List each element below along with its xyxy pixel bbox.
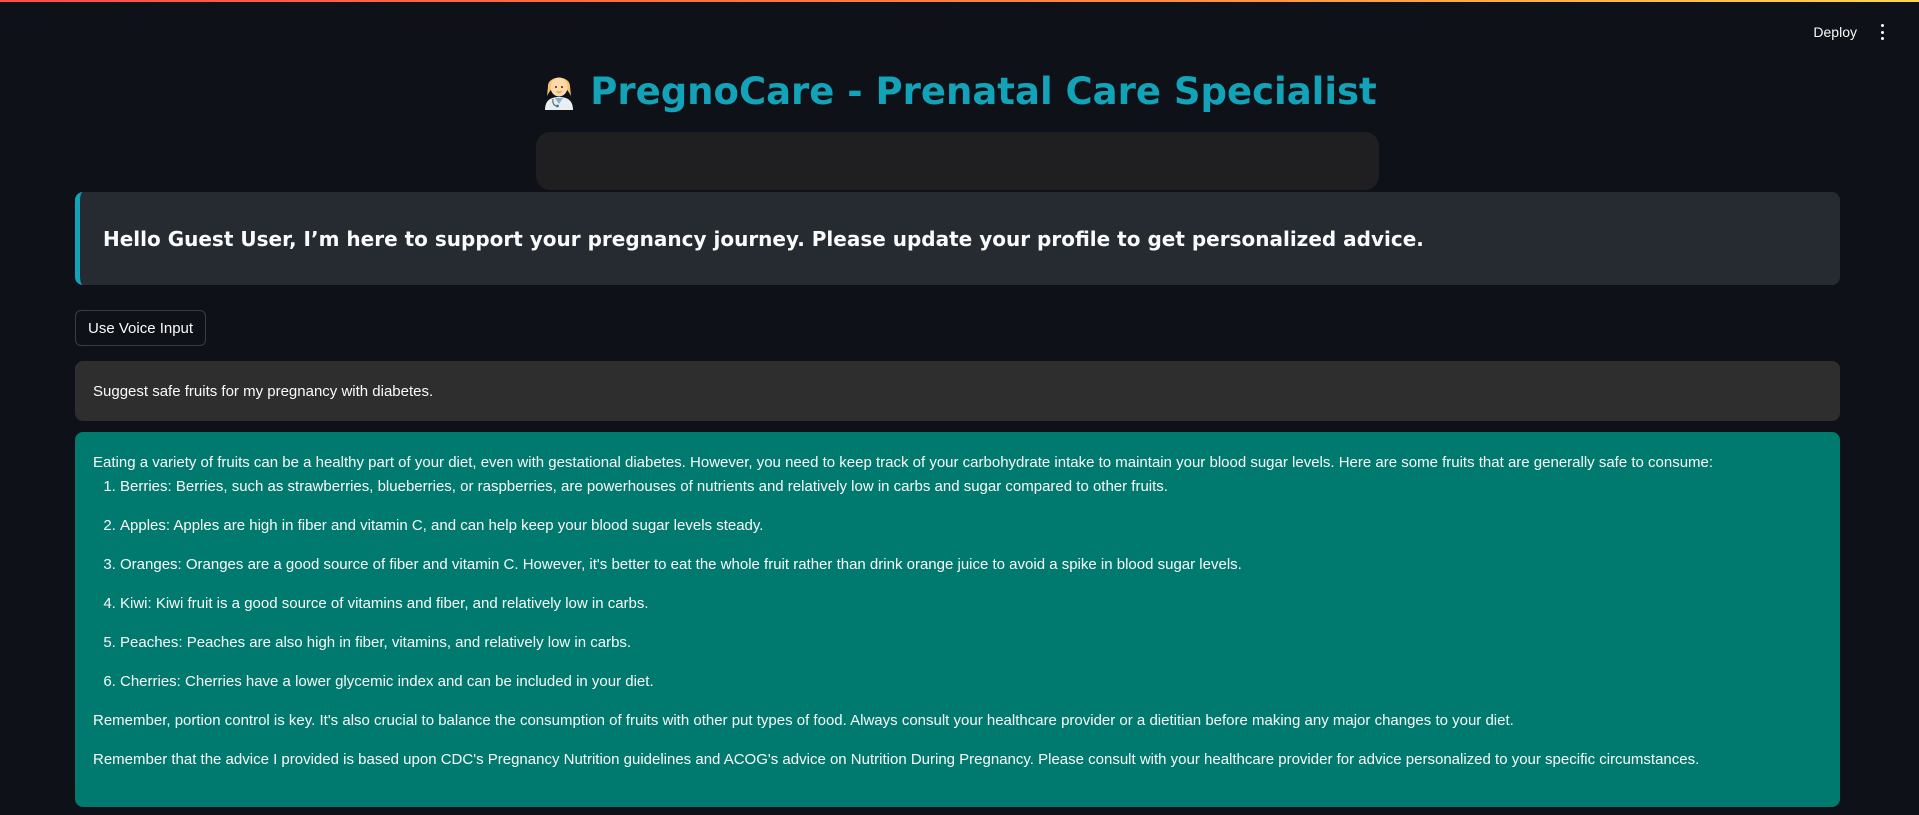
list-item: Apples: Apples are high in fiber and vit… bbox=[120, 517, 1822, 535]
list-item: Peaches: Peaches are also high in fiber,… bbox=[120, 634, 1822, 652]
list-item: Cherries: Cherries have a lower glycemic… bbox=[120, 673, 1822, 691]
user-message-text: Suggest safe fruits for my pregnancy wit… bbox=[93, 382, 434, 400]
assistant-intro: Eating a variety of fruits can be a heal… bbox=[93, 454, 1714, 471]
list-item: Berries: Berries, such as strawberries, … bbox=[120, 478, 1822, 496]
greeting-banner: Hello Guest User, I’m here to support yo… bbox=[75, 192, 1840, 285]
profile-input-bar[interactable] bbox=[536, 132, 1379, 190]
deploy-button[interactable]: Deploy bbox=[1813, 24, 1857, 40]
more-vertical-icon[interactable] bbox=[1875, 24, 1889, 40]
title-text: PregnoCare - Prenatal Care Specialist bbox=[590, 70, 1377, 113]
female-health-worker-icon bbox=[542, 70, 576, 110]
assistant-message: Eating a variety of fruits can be a heal… bbox=[75, 432, 1840, 807]
list-item: Oranges: Oranges are a good source of fi… bbox=[120, 556, 1822, 574]
page-title: PregnoCare - Prenatal Care Specialist bbox=[0, 68, 1919, 116]
list-item: Kiwi: Kiwi fruit is a good source of vit… bbox=[120, 595, 1822, 613]
fruit-list: Berries: Berries, such as strawberries, … bbox=[93, 478, 1822, 691]
voice-input-button[interactable]: Use Voice Input bbox=[75, 310, 207, 346]
app-header: Deploy bbox=[0, 2, 1919, 62]
assistant-closing-1: Remember, portion control is key. It's a… bbox=[93, 712, 1514, 729]
greeting-text: Hello Guest User, I’m here to support yo… bbox=[103, 226, 1424, 251]
assistant-closing-2: Remember that the advice I provided is b… bbox=[93, 751, 1700, 768]
user-message: Suggest safe fruits for my pregnancy wit… bbox=[75, 361, 1840, 421]
